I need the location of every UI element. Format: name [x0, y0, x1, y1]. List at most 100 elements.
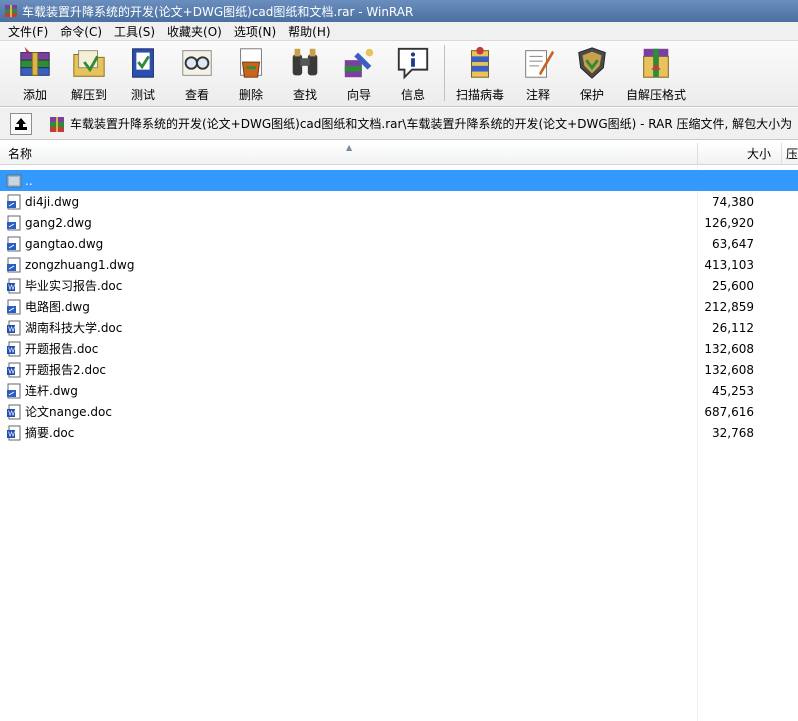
extract-folder-icon: [73, 50, 105, 77]
column-packed-label: 压: [786, 147, 798, 161]
file-list[interactable]: .. di4ji.dwg 74,380 gang2.dwg 126,920 gangtao…: [0, 166, 798, 721]
file-size-cell: 74,380: [712, 194, 754, 209]
file-name-text: di4ji.dwg: [25, 194, 80, 209]
column-header-packed[interactable]: 压: [782, 143, 798, 164]
menu-commands[interactable]: 命令(C): [54, 23, 108, 40]
dwg-file-icon: [6, 299, 22, 315]
word-doc-icon: W: [6, 425, 22, 441]
extract-to-button[interactable]: 解压到: [62, 41, 116, 103]
file-row[interactable]: W 论文nange.doc 687,616: [0, 401, 798, 422]
info-icon: [397, 47, 429, 80]
wizard-icon: [344, 48, 374, 78]
up-arrow-icon: [15, 117, 27, 130]
column-header-size[interactable]: 大小: [698, 143, 782, 164]
file-name-text: zongzhuang1.dwg: [25, 257, 135, 272]
dwg-file-icon: [6, 194, 22, 210]
virus-scan-icon: [471, 46, 489, 78]
file-name-cell: W 毕业实习报告.doc: [0, 277, 698, 294]
word-doc-icon: W: [6, 320, 22, 336]
test-icon: [132, 48, 154, 78]
delete-button[interactable]: 删除: [224, 41, 278, 103]
glasses-icon: [182, 50, 212, 76]
protect-button[interactable]: 保护: [565, 41, 619, 103]
svg-text:W: W: [8, 431, 15, 438]
archive-path-field[interactable]: 车载装置升降系统的开发(论文+DWG图纸)cad图纸和文档.rar\车载装置升降…: [48, 112, 798, 136]
menu-tools[interactable]: 工具(S): [108, 23, 161, 40]
column-header-name[interactable]: 名称 ▲: [0, 143, 698, 164]
menu-bar: 文件(F) 命令(C) 工具(S) 收藏夹(O) 选项(N) 帮助(H): [0, 22, 798, 41]
word-doc-icon: W: [6, 404, 22, 420]
file-row[interactable]: W 开题报告.doc 132,608: [0, 338, 798, 359]
file-size-cell: 413,103: [704, 257, 754, 272]
binoculars-icon: [292, 48, 318, 76]
file-row[interactable]: gangtao.dwg 63,647: [0, 233, 798, 254]
virus-scan-button[interactable]: 扫描病毒: [449, 41, 511, 103]
word-doc-icon: W: [6, 362, 22, 378]
file-row[interactable]: W 毕业实习报告.doc 25,600: [0, 275, 798, 296]
dwg-file-icon: [6, 257, 22, 273]
file-row[interactable]: W 开题报告2.doc 132,608: [0, 359, 798, 380]
test-button[interactable]: 测试: [116, 41, 170, 103]
file-size-cell: 132,608: [704, 362, 754, 377]
column-size-label: 大小: [746, 147, 771, 161]
virus-scan-label: 扫描病毒: [455, 88, 504, 102]
file-name-cell: gang2.dwg: [0, 215, 698, 231]
file-size-cell: 45,253: [712, 383, 754, 398]
find-label: 查找: [292, 88, 317, 102]
file-row[interactable]: 连杆.dwg 45,253: [0, 380, 798, 401]
menu-help[interactable]: 帮助(H): [282, 23, 336, 40]
file-name-text: 毕业实习报告.doc: [25, 279, 123, 293]
file-row[interactable]: ..: [0, 170, 798, 191]
sfx-label: 自解压格式: [625, 88, 686, 102]
comment-button[interactable]: 注释: [511, 41, 565, 103]
menu-file[interactable]: 文件(F): [2, 23, 54, 40]
view-button[interactable]: 查看: [170, 41, 224, 103]
file-row[interactable]: W 湖南科技大学.doc 26,112: [0, 317, 798, 338]
svg-text:W: W: [8, 410, 15, 417]
svg-text:W: W: [8, 326, 15, 333]
up-one-level-button[interactable]: [10, 112, 32, 135]
sfx-button[interactable]: 自解压格式: [619, 41, 693, 103]
file-name-text: gangtao.dwg: [25, 236, 104, 251]
info-button[interactable]: 信息: [386, 41, 440, 103]
file-size-cell: 32,768: [712, 425, 754, 440]
file-row[interactable]: 电路图.dwg 212,859: [0, 296, 798, 317]
menu-options[interactable]: 选项(N): [228, 23, 282, 40]
wizard-button[interactable]: 向导: [332, 41, 386, 103]
file-row[interactable]: di4ji.dwg 74,380: [0, 191, 798, 212]
file-name-cell: W 摘要.doc: [0, 424, 698, 441]
file-name-cell: 连杆.dwg: [0, 382, 698, 399]
file-size-cell: 212,859: [704, 299, 754, 314]
file-list-header: 名称 ▲ 大小 压: [0, 143, 798, 165]
path-bar: 车载装置升降系统的开发(论文+DWG图纸)cad图纸和文档.rar\车载装置升降…: [0, 108, 798, 140]
file-row[interactable]: zongzhuang1.dwg 413,103: [0, 254, 798, 275]
file-row[interactable]: gang2.dwg 126,920: [0, 212, 798, 233]
rar-archive-icon: [50, 116, 64, 132]
file-name-cell: 电路图.dwg: [0, 298, 698, 315]
file-row[interactable]: W 摘要.doc 32,768: [0, 422, 798, 443]
comment-icon: [525, 50, 555, 78]
title-bar: 车载装置升降系统的开发(论文+DWG图纸)cad图纸和文档.rar - WinR…: [0, 0, 798, 22]
test-label: 测试: [130, 88, 155, 102]
file-name-cell: W 开题报告.doc: [0, 340, 698, 357]
folder-up-icon: [6, 173, 22, 189]
file-size-cell: 63,647: [712, 236, 754, 251]
file-name-text: gang2.dwg: [25, 215, 92, 230]
find-button[interactable]: 查找: [278, 41, 332, 103]
file-name-cell: di4ji.dwg: [0, 194, 698, 210]
file-name-cell: W 湖南科技大学.doc: [0, 319, 698, 336]
add-button[interactable]: 添加: [8, 41, 62, 103]
file-name-text: 湖南科技大学.doc: [25, 321, 123, 335]
file-name-cell: ..: [0, 173, 698, 189]
dwg-file-icon: [6, 215, 22, 231]
menu-favorites[interactable]: 收藏夹(O): [161, 23, 228, 40]
file-name-cell: zongzhuang1.dwg: [0, 257, 698, 273]
sort-ascending-icon: ▲: [346, 143, 353, 152]
file-name-text: 电路图.dwg: [25, 300, 90, 314]
add-archive-icon: [20, 46, 50, 76]
dwg-file-icon: [6, 383, 22, 399]
toolbar: 添加 解压到 测试 查看 删除 查找 向导 信息 扫描病毒 注释 保护 自解压格…: [0, 41, 798, 107]
file-size-cell: 687,616: [704, 404, 754, 419]
column-name-label: 名称: [8, 147, 33, 161]
file-name-text: 论文nange.doc: [25, 405, 112, 419]
